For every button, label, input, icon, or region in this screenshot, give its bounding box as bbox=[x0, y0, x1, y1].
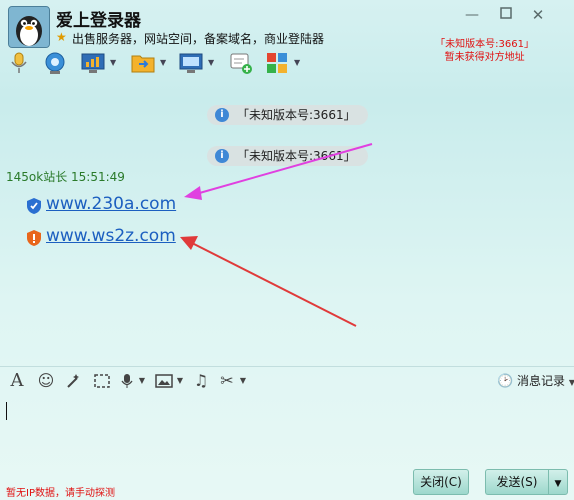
scissors-dropdown-icon[interactable]: ▼ bbox=[238, 373, 248, 389]
info-icon: i bbox=[215, 149, 229, 163]
remote-desktop-icon bbox=[179, 53, 203, 73]
clock-icon: 🕑 bbox=[497, 374, 514, 389]
chat-link[interactable]: www.ws2z.com bbox=[46, 226, 176, 246]
system-message-text: 「未知版本号:3661」 bbox=[237, 149, 356, 163]
version-status: 「未知版本号:3661」 暂未获得对方地址 bbox=[435, 38, 534, 64]
add-app-icon bbox=[230, 53, 252, 74]
microphone-icon bbox=[11, 52, 27, 73]
info-icon: i bbox=[215, 108, 229, 122]
music-icon[interactable]: ♫ bbox=[192, 373, 210, 389]
history-dropdown-icon: ▼ bbox=[568, 378, 574, 387]
video-call-button[interactable] bbox=[42, 50, 68, 76]
apps-grid-button[interactable] bbox=[264, 50, 290, 76]
remote-desktop-dropdown-icon[interactable]: ▼ bbox=[208, 59, 216, 67]
screen-share-button[interactable] bbox=[80, 50, 106, 76]
ip-status-text[interactable]: 暂无IP数据，请手动探测 bbox=[6, 484, 115, 499]
scissors-icon[interactable]: ✂ bbox=[218, 373, 236, 389]
screen-share-dropdown-icon[interactable]: ▼ bbox=[110, 59, 118, 67]
screenshot-icon[interactable] bbox=[92, 373, 112, 389]
message-input[interactable] bbox=[0, 394, 574, 466]
file-transfer-button[interactable] bbox=[130, 50, 156, 76]
chat-history[interactable]: i 「未知版本号:3661」 i 「未知版本号:3661」 145ok站长 15… bbox=[0, 84, 574, 366]
window-header: 爱上登录器 ★ 出售服务器，网站空间，备案域名，商业登陆器 「未知版本号:366… bbox=[0, 0, 574, 82]
file-transfer-dropdown-icon[interactable]: ▼ bbox=[160, 59, 168, 67]
voice-dropdown-icon[interactable]: ▼ bbox=[137, 373, 147, 389]
file-transfer-icon bbox=[131, 55, 155, 73]
message-history-label: 消息记录 bbox=[517, 374, 566, 388]
address-status-text: 暂未获得对方地址 bbox=[444, 52, 525, 63]
system-message: i 「未知版本号:3661」 bbox=[207, 105, 368, 125]
signature-text[interactable]: 出售服务器，网站空间，备案域名，商业登陆器 bbox=[72, 30, 324, 47]
camera-icon bbox=[45, 52, 65, 74]
safe-shield-icon bbox=[27, 198, 41, 214]
minimize-button[interactable]: — bbox=[462, 6, 482, 24]
window-title: 爱上登录器 bbox=[56, 11, 141, 31]
magic-icon[interactable] bbox=[64, 373, 82, 389]
apps-grid-icon bbox=[267, 53, 287, 73]
screenshot-capture-icon bbox=[94, 374, 110, 388]
voice-icon bbox=[121, 374, 133, 388]
message-history-button[interactable]: 🕑 消息记录 ▼ bbox=[497, 373, 574, 391]
remote-desktop-button[interactable] bbox=[178, 50, 204, 76]
message-sender-time: 145ok站长 15:51:49 bbox=[6, 170, 125, 184]
warning-shield-icon bbox=[27, 230, 41, 246]
apps-dropdown-icon[interactable]: ▼ bbox=[294, 59, 302, 67]
version-number-text: 「未知版本号:3661」 bbox=[435, 39, 534, 50]
voice-message-icon[interactable] bbox=[120, 373, 134, 389]
close-window-button[interactable]: ✕ bbox=[528, 6, 548, 24]
font-icon[interactable]: A bbox=[8, 372, 26, 390]
add-application-button[interactable] bbox=[228, 50, 254, 76]
penguin-avatar-icon bbox=[9, 7, 49, 47]
screen-share-icon bbox=[81, 53, 105, 73]
avatar[interactable] bbox=[8, 6, 50, 48]
chat-link[interactable]: www.230a.com bbox=[46, 194, 176, 214]
magic-wand-icon bbox=[67, 374, 79, 388]
text-caret bbox=[6, 402, 7, 420]
maximize-button[interactable] bbox=[496, 6, 516, 24]
maximize-icon bbox=[500, 7, 512, 19]
input-toolbar: A ☺ ▼ ▼ ♫ ✂ ▼ 🕑 消息记录 ▼ bbox=[0, 366, 574, 395]
voice-call-button[interactable] bbox=[6, 50, 32, 76]
send-options-button[interactable]: ▼ bbox=[548, 469, 568, 495]
image-button[interactable] bbox=[155, 373, 173, 389]
emoji-icon[interactable]: ☺ bbox=[37, 373, 55, 389]
system-message-text: 「未知版本号:3661」 bbox=[237, 108, 356, 122]
close-button[interactable]: 关闭(C) bbox=[413, 469, 469, 495]
send-options-dropdown-icon: ▼ bbox=[554, 479, 562, 489]
image-dropdown-icon[interactable]: ▼ bbox=[175, 373, 185, 389]
system-message: i 「未知版本号:3661」 bbox=[207, 146, 368, 166]
send-button[interactable]: 发送(S) bbox=[485, 469, 548, 495]
image-icon bbox=[155, 374, 173, 388]
signature-star-icon: ★ bbox=[56, 30, 67, 44]
